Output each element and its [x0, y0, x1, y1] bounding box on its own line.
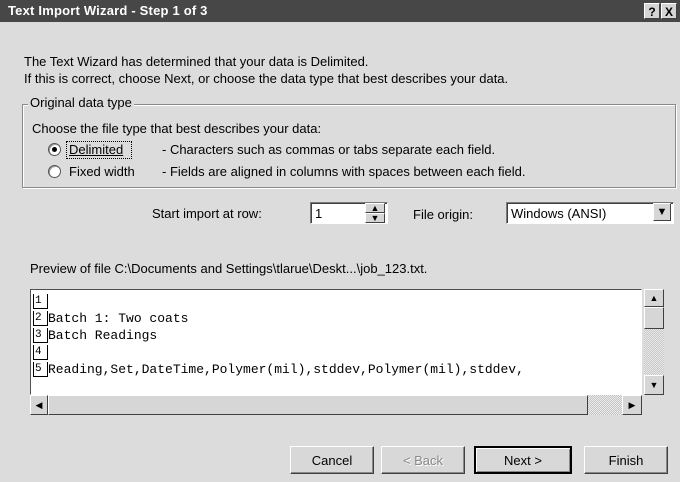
- preview-row: 3 Batch Readings: [33, 328, 157, 345]
- back-label: < Back: [402, 452, 444, 468]
- scroll-right-button[interactable]: ▶: [622, 395, 642, 415]
- scroll-left-button[interactable]: ◀: [30, 395, 48, 415]
- triangle-right-icon: ▶: [628, 399, 636, 410]
- row-number: 1: [33, 294, 48, 309]
- fixed-width-label[interactable]: Fixed width: [69, 164, 135, 179]
- triangle-down-icon: ▼: [649, 379, 659, 390]
- row-text: Batch Readings: [48, 328, 158, 343]
- triangle-left-icon: ◀: [35, 399, 43, 410]
- next-button[interactable]: Next >: [474, 446, 572, 474]
- row-number: 3: [33, 328, 48, 343]
- next-label: Next >: [504, 452, 542, 468]
- intro-line-2: If this is correct, choose Next, or choo…: [24, 71, 509, 86]
- finish-label: Finish: [608, 452, 644, 468]
- spin-down-button[interactable]: ▼: [365, 213, 385, 223]
- back-button[interactable]: < Back: [381, 446, 465, 474]
- preview-row: 5 Reading,Set,DateTime,Polymer(mil),stdde…: [33, 362, 524, 379]
- file-type-prompt: Choose the file type that best describes…: [32, 121, 322, 136]
- start-row-spinner[interactable]: 1 ▲ ▼: [310, 202, 388, 224]
- row-number: 4: [33, 345, 48, 360]
- help-button[interactable]: ?: [644, 3, 660, 19]
- start-import-label: Start import at row:: [152, 206, 262, 221]
- preview-label: Preview of file C:\Documents and Setting…: [30, 261, 428, 276]
- file-origin-label: File origin:: [413, 207, 473, 222]
- triangle-up-icon: ▲: [649, 292, 659, 303]
- preview-row: 4: [33, 345, 48, 362]
- close-button[interactable]: X: [661, 3, 677, 19]
- cancel-button[interactable]: Cancel: [290, 446, 374, 474]
- fixed-width-radio[interactable]: [48, 165, 61, 178]
- delimited-label-text: Delimited: [69, 142, 124, 157]
- scroll-down-button[interactable]: ▼: [644, 375, 664, 395]
- file-origin-select[interactable]: Windows (ANSI) ▼: [506, 202, 674, 224]
- title-bar: Text Import Wizard - Step 1 of 3 ? X: [0, 0, 680, 22]
- window-title: Text Import Wizard - Step 1 of 3: [8, 3, 208, 18]
- row-text: Batch 1: Two coats: [48, 311, 189, 326]
- delimited-label[interactable]: Delimited: [69, 142, 123, 157]
- delimited-description: - Characters such as commas or tabs sepa…: [162, 142, 496, 157]
- scroll-track[interactable]: [588, 395, 622, 415]
- chevron-down-icon: ▼: [656, 205, 668, 218]
- delimited-radio[interactable]: [48, 143, 61, 156]
- triangle-up-icon: ▲: [370, 202, 380, 213]
- horizontal-scroll-thumb[interactable]: [48, 395, 588, 415]
- vertical-scrollbar[interactable]: ▲ ▼: [644, 289, 664, 395]
- preview-row: 2 Batch 1: Two coats: [33, 311, 188, 328]
- file-origin-value: Windows (ANSI): [511, 206, 607, 221]
- spin-up-button[interactable]: ▲: [365, 203, 385, 213]
- start-row-value: 1: [315, 206, 323, 221]
- intro-line-1: The Text Wizard has determined that your…: [24, 54, 369, 69]
- horizontal-scrollbar[interactable]: ◀ ▶: [30, 395, 642, 415]
- radio-selected-dot: [52, 147, 57, 152]
- preview-row: 1: [33, 294, 48, 311]
- cancel-label: Cancel: [311, 452, 353, 468]
- group-legend: Original data type: [28, 95, 134, 110]
- scroll-up-button[interactable]: ▲: [644, 289, 664, 307]
- triangle-down-icon: ▼: [370, 212, 380, 223]
- row-number: 5: [33, 362, 48, 377]
- finish-button[interactable]: Finish: [584, 446, 668, 474]
- file-preview[interactable]: 1 2 Batch 1: Two coats 3 Batch Readings 4 …: [30, 289, 642, 395]
- dropdown-button[interactable]: ▼: [653, 203, 671, 221]
- row-number: 2: [33, 311, 48, 326]
- fixed-width-description: - Fields are aligned in columns with spa…: [162, 164, 526, 179]
- vertical-scroll-thumb[interactable]: [644, 307, 664, 329]
- row-text: Reading,Set,DateTime,Polymer(mil),stddev…: [48, 362, 524, 377]
